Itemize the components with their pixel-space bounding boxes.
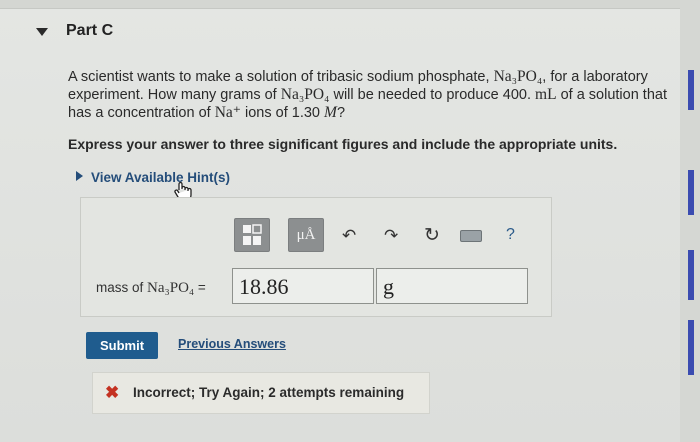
question-text: A scientist wants to make a solution of … (68, 68, 667, 121)
expand-triangle-icon (76, 171, 83, 181)
submit-button[interactable]: Submit (86, 332, 158, 359)
previous-answers-link[interactable]: Previous Answers (178, 337, 286, 351)
edge-accent-bar (688, 170, 694, 215)
window-edge (680, 0, 700, 442)
units-button[interactable]: μÅ (288, 218, 324, 252)
part-title: Part C (66, 22, 114, 39)
feedback-message: Incorrect; Try Again; 2 attempts remaini… (133, 385, 405, 400)
top-border (0, 0, 700, 9)
edge-accent-bar (688, 250, 694, 300)
view-hints-link[interactable]: View Available Hint(s) (76, 170, 230, 185)
templates-button[interactable] (234, 218, 270, 252)
templates-icon (243, 224, 262, 245)
answer-instruction: Express your answer to three significant… (68, 136, 618, 152)
keyboard-icon[interactable] (460, 230, 482, 242)
reset-icon[interactable]: ↻ (424, 224, 440, 247)
help-icon[interactable]: ? (506, 226, 515, 244)
edge-accent-bar (688, 70, 694, 110)
answer-label: mass of Na₃PO₄ = (96, 280, 206, 296)
collapse-triangle-icon[interactable] (36, 28, 48, 36)
redo-icon[interactable]: ↷ (384, 226, 398, 246)
incorrect-x-icon: ✖ (105, 383, 120, 402)
unit-input[interactable]: g (376, 268, 528, 304)
feedback-box: ✖ Incorrect; Try Again; 2 attempts remai… (92, 372, 430, 414)
value-input[interactable]: 18.86 (232, 268, 374, 304)
edge-accent-bar (688, 320, 694, 375)
undo-icon[interactable]: ↶ (342, 226, 356, 246)
